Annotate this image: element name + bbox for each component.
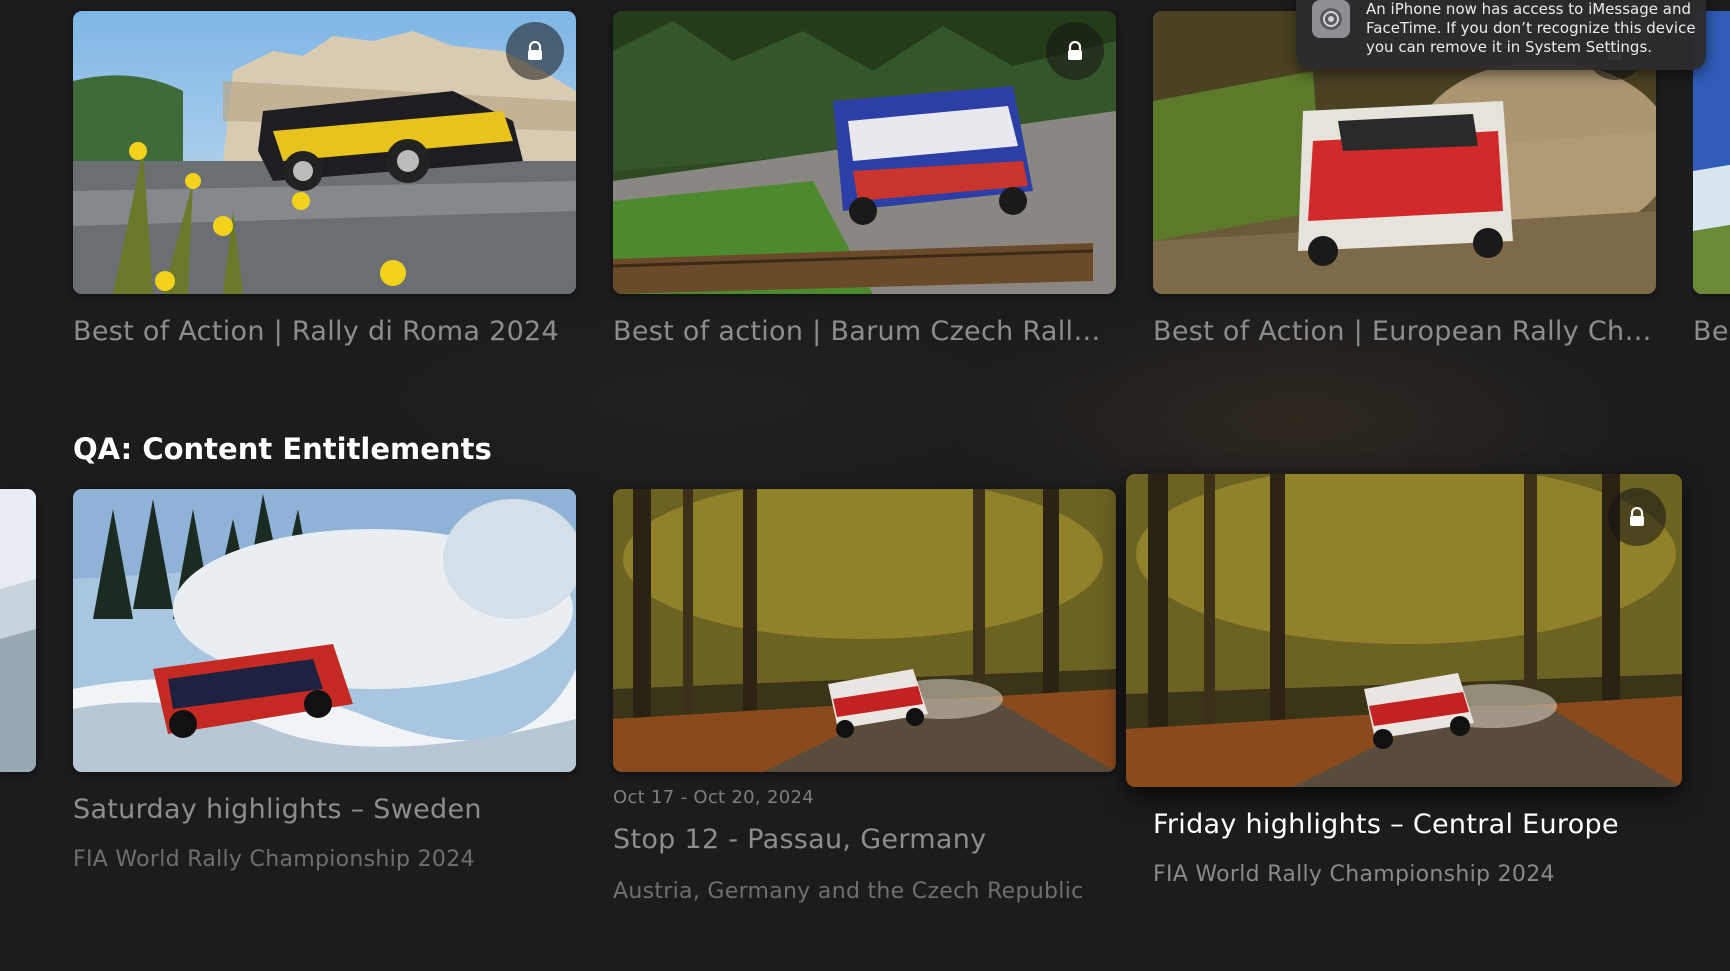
thumbnail-friday-central-europe — [1126, 474, 1682, 787]
system-settings-icon — [1312, 0, 1350, 38]
section-title: QA: Content Entitlements — [73, 432, 492, 466]
system-notification[interactable]: An iPhone now has access to iMessage and… — [1296, 0, 1706, 70]
lock-badge — [506, 22, 564, 80]
lock-badge — [1608, 488, 1666, 546]
thumbnail-barum-czech-rally — [613, 11, 1116, 294]
card-subtitle: FIA World Rally Championship 2024 — [1153, 862, 1555, 887]
lock-icon — [1630, 507, 1644, 526]
thumbnail-stop-12-passau — [613, 489, 1116, 772]
card-title: Be — [1693, 316, 1729, 347]
event-date-range: Oct 17 - Oct 20, 2024 — [613, 787, 814, 808]
notification-text: An iPhone now has access to iMessage and… — [1366, 0, 1696, 56]
thumbnail-rally-di-roma — [73, 11, 576, 294]
thumbnail-partial-left — [0, 489, 36, 772]
card-subtitle: Austria, Germany and the Czech Republic — [613, 879, 1084, 904]
card-title: Best of Action | Rally di Roma 2024 — [73, 316, 560, 347]
card-subtitle: FIA World Rally Championship 2024 — [73, 847, 475, 872]
card-title: Best of action | Barum Czech Rally Z... — [613, 316, 1116, 347]
lock-badge — [1046, 22, 1104, 80]
thumbnail-saturday-sweden — [73, 489, 576, 772]
lock-icon — [1068, 41, 1082, 60]
lock-icon — [528, 41, 542, 60]
card-title: Best of Action | European Rally Cha... — [1153, 316, 1656, 347]
card-title: Stop 12 - Passau, Germany — [613, 824, 987, 855]
card-title: Friday highlights – Central Europe — [1153, 809, 1619, 840]
card-title: Saturday highlights – Sweden — [73, 794, 482, 825]
